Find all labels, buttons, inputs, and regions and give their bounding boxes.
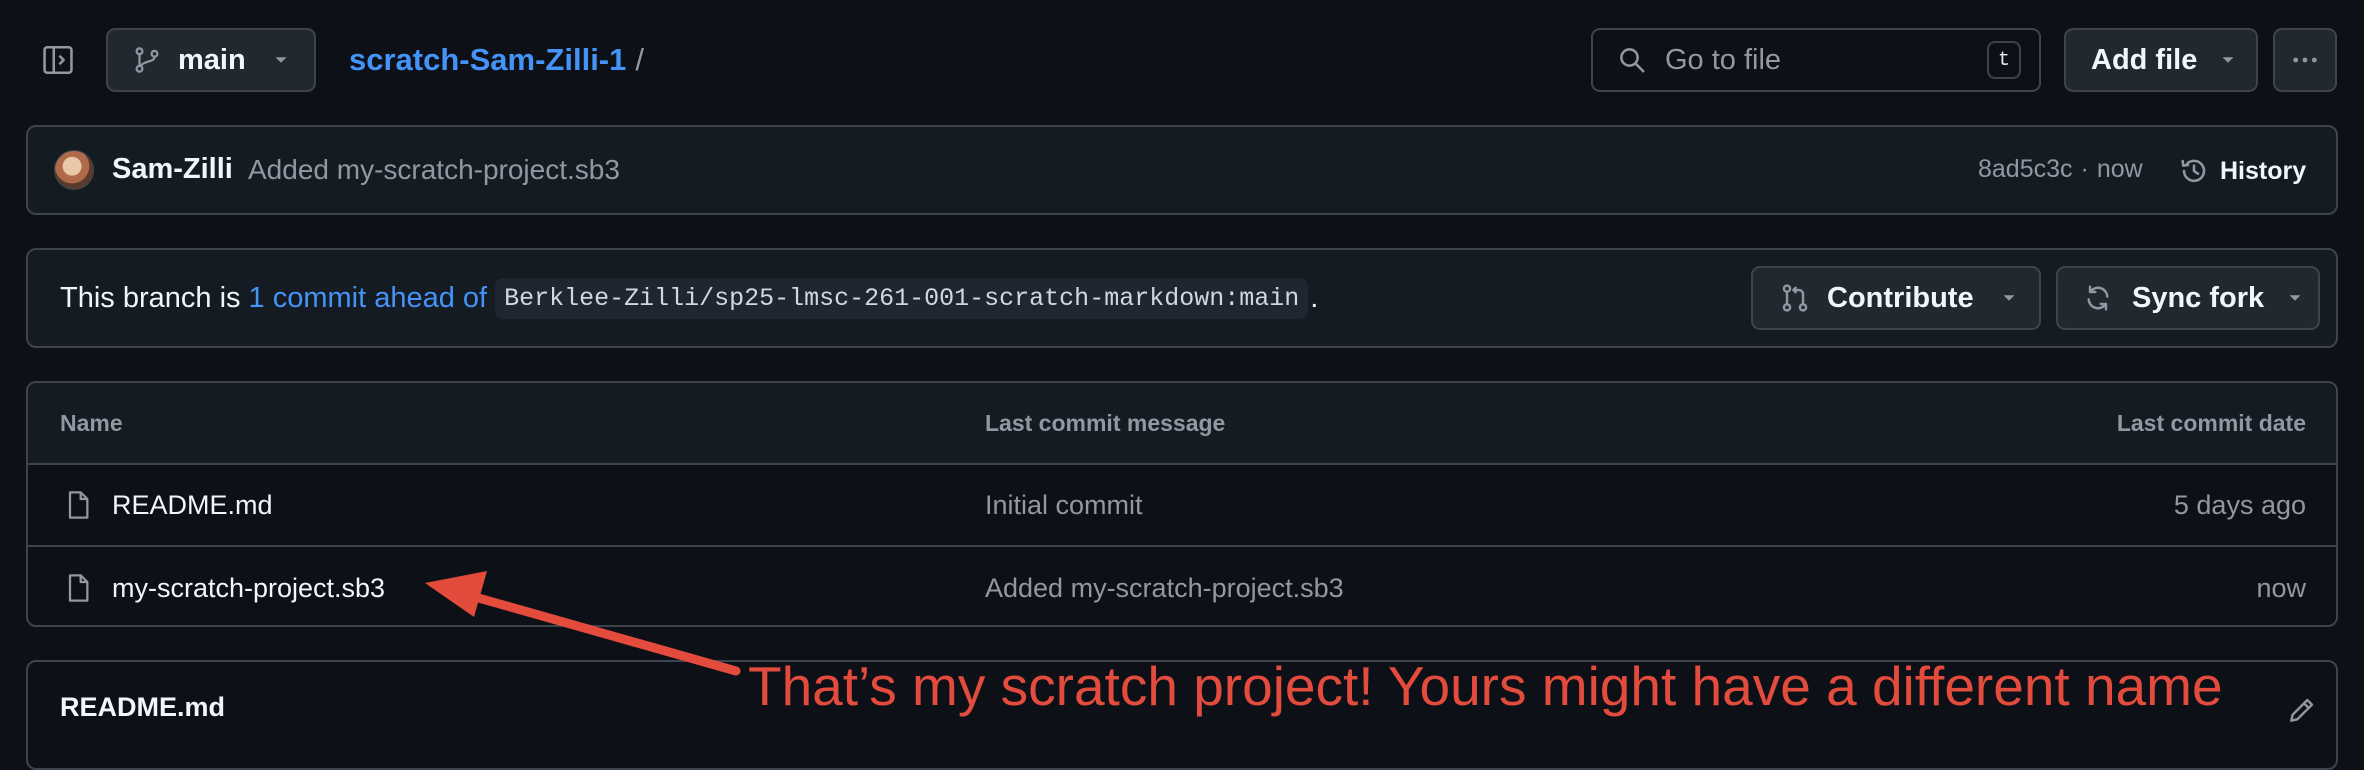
search-shortcut-key: t — [1987, 41, 2021, 79]
sidebar-toggle-icon — [43, 45, 73, 75]
search-icon — [1620, 48, 1645, 73]
sync-icon — [2087, 285, 2109, 311]
branch-status-prefix: This branch is — [60, 281, 241, 314]
history-link[interactable]: History — [2178, 149, 2306, 193]
commits-ahead-link[interactable]: 1 commit ahead of — [249, 282, 488, 315]
edit-readme-button[interactable] — [2282, 690, 2322, 730]
column-header-date: Last commit date — [2116, 409, 2306, 436]
commit-time: now — [2096, 155, 2143, 183]
sidebar-toggle-button[interactable] — [38, 40, 78, 80]
add-file-label: Add file — [2091, 43, 2198, 76]
git-pull-request-icon — [1782, 284, 1808, 312]
branch-status-text: This branch is 1 commit ahead of Berklee… — [60, 274, 1318, 322]
file-commit-date: 5 days ago — [2173, 489, 2306, 520]
commit-meta: 8ad5c3c · now — [1978, 155, 2143, 184]
table-header: Name Last commit message Last commit dat… — [28, 383, 2336, 465]
latest-commit-bar: Sam-Zilli Added my-scratch-project.sb3 8… — [26, 125, 2338, 215]
readme-title[interactable]: README.md — [60, 692, 225, 723]
table-row[interactable]: my-scratch-project.sb3 Added my-scratch-… — [28, 547, 2336, 625]
table-row[interactable]: README.md Initial commit 5 days ago — [28, 465, 2336, 547]
go-to-file-search[interactable]: Go to file t — [1591, 28, 2041, 92]
column-header-name: Name — [60, 409, 123, 436]
commit-meta-separator: · — [2080, 155, 2089, 183]
file-commit-message[interactable]: Initial commit — [985, 465, 1143, 545]
avatar[interactable] — [54, 150, 94, 190]
sync-fork-button[interactable]: Sync fork — [2056, 266, 2320, 330]
caret-down-icon — [2003, 295, 2015, 301]
column-header-message: Last commit message — [985, 409, 1226, 436]
sync-fork-label: Sync fork — [2132, 281, 2265, 314]
annotation-text: That’s my scratch project! Yours might h… — [748, 655, 2223, 717]
git-branch-icon — [135, 47, 159, 73]
branch-name: main — [178, 43, 246, 76]
commit-message[interactable]: Added my-scratch-project.sb3 — [248, 154, 620, 186]
file-name-cell: README.md — [62, 465, 273, 545]
caret-down-icon — [2222, 57, 2234, 63]
commit-hash[interactable]: 8ad5c3c — [1978, 155, 2073, 184]
upstream-branch[interactable]: Berklee-Zilli/sp25-lmsc-261-001-scratch-… — [495, 277, 1309, 319]
history-label: History — [2220, 156, 2307, 185]
file-name-link[interactable]: README.md — [112, 490, 273, 521]
file-commit-message[interactable]: Added my-scratch-project.sb3 — [985, 547, 1344, 625]
breadcrumb: scratch-Sam-Zilli-1 / — [349, 36, 644, 84]
file-icon — [68, 491, 89, 519]
file-name-link[interactable]: my-scratch-project.sb3 — [112, 573, 385, 604]
kebab-horizontal-icon — [2293, 57, 2317, 63]
repo-name-link[interactable]: scratch-Sam-Zilli-1 — [349, 42, 626, 78]
branch-status-suffix: . — [1310, 281, 1319, 314]
commit-author[interactable]: Sam-Zilli — [112, 153, 233, 186]
contribute-button[interactable]: Contribute — [1751, 266, 2041, 330]
caret-down-icon — [2289, 295, 2301, 301]
file-name-cell: my-scratch-project.sb3 — [62, 547, 385, 625]
contribute-label: Contribute — [1827, 281, 1974, 314]
file-icon — [68, 574, 89, 602]
search-placeholder: Go to file — [1665, 43, 1782, 76]
add-file-button[interactable]: Add file — [2064, 28, 2258, 92]
caret-down-icon — [275, 57, 287, 63]
annotation-arrow — [425, 571, 741, 676]
pencil-icon — [2290, 698, 2314, 722]
branch-status-box: This branch is 1 commit ahead of Berklee… — [26, 248, 2338, 348]
branch-selector[interactable]: main — [106, 28, 316, 92]
file-table: Name Last commit message Last commit dat… — [26, 381, 2338, 627]
file-commit-date: now — [2256, 572, 2306, 603]
breadcrumb-separator: / — [635, 42, 644, 77]
history-icon — [2181, 159, 2206, 183]
more-options-button[interactable] — [2273, 28, 2337, 92]
